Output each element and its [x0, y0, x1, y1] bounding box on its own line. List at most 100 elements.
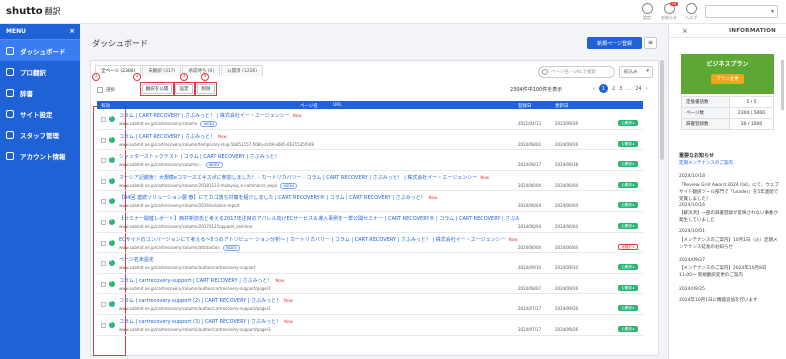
close-icon[interactable]: ×	[69, 27, 75, 35]
row-checkbox[interactable]	[101, 137, 106, 143]
sidebar-item-site-settings[interactable]: サイト設定	[0, 103, 80, 124]
tab-untranslated[interactable]: 未翻訳 (317)	[142, 65, 182, 76]
page-title-link[interactable]: シャッターストックテスト | コラム | CART RECOVERY | さぶみ…	[119, 153, 519, 160]
page-url[interactable]: www.submit.ne.jp/cartrecovery/column INDE…	[119, 121, 218, 127]
page-title-link[interactable]: 【セミナー開催レポート】西井新前氏と考える2017年注目のアパレル向けECサービ…	[119, 215, 519, 222]
table-row[interactable]: 【セミナー開催レポート】西井新前氏と考える2017年注目のアパレル向けECサービ…	[97, 212, 643, 233]
row-checkbox[interactable]	[101, 322, 106, 328]
page-url[interactable]: www.submit.ne.jp/cartrecovery/column/aut…	[119, 286, 271, 291]
table-row[interactable]: ECサイトのコンバージョンにて考える～5つのアトリビュー ション分析～ | カー…	[97, 233, 643, 254]
row-checkbox[interactable]	[101, 302, 106, 308]
page-url[interactable]: www.submit.ne.jp/cartrecovery/column/...…	[119, 162, 223, 169]
status-badge[interactable]: 公開済 ▸	[618, 325, 638, 332]
notice-link[interactable]: 定期メンテナンスのご案内	[679, 160, 779, 167]
main-scrollbar[interactable]	[660, 60, 664, 160]
row-checkbox[interactable]	[101, 240, 106, 246]
settings-icon[interactable]: 設定	[636, 3, 658, 21]
enabled-check-icon[interactable]	[109, 321, 115, 328]
page-url[interactable]: www.submit.ne.jp/cartrecovery/column/tem…	[119, 142, 314, 147]
row-checkbox[interactable]	[101, 158, 106, 164]
pager-page-1[interactable]: 1	[599, 84, 608, 93]
status-badge[interactable]: 公開済 ▸	[618, 222, 638, 229]
sidebar-item-dictionary[interactable]: 辞書	[0, 82, 80, 103]
sidebar-item-dashboard[interactable]: ダッシュボード	[0, 40, 80, 61]
page-title-link[interactable]: ECサイトのコンバージョンにて考える～5つのアトリビュー ション分析～ | カー…	[119, 236, 519, 243]
page-title-link[interactable]: コラム | CART RECOVERY | さぶみっと！ | 株式会社イー・エー…	[119, 112, 519, 119]
page-title-link[interactable]: コラム | CART RECOVERY | さぶみっと！ Now	[119, 133, 519, 140]
select-all[interactable]: 選択	[97, 87, 115, 93]
change-plan-button[interactable]: プラン変更	[711, 74, 744, 84]
pager-next[interactable]: ›	[646, 86, 648, 92]
row-checkbox[interactable]	[101, 261, 106, 267]
table-row[interactable]: コラム | CART RECOVERY | さぶみっと！Now www.submi…	[97, 130, 643, 151]
status-badge[interactable]: 公開済 ▸	[618, 181, 638, 188]
page-url[interactable]: www.submit.ne.jp/cartrecovery/column/att…	[119, 244, 240, 251]
enabled-check-icon[interactable]	[109, 197, 115, 205]
enabled-check-icon[interactable]	[109, 177, 115, 184]
page-title-link[interactable]: ページ名未設定	[119, 256, 519, 263]
page-url[interactable]: www.submit.ne.jp/cartrecovery/column/201…	[119, 203, 240, 208]
sidebar-item-pro-translate[interactable]: プロ翻訳	[0, 61, 80, 82]
col-registered[interactable]: 登録日	[518, 103, 532, 109]
pager-page-3[interactable]: 3	[619, 86, 622, 92]
status-badge[interactable]: 公開済 ▸	[618, 264, 638, 271]
panel-scrollbar[interactable]	[781, 60, 784, 110]
status-badge[interactable]: 公開済 ▸	[618, 284, 638, 291]
table-row[interactable]: ページ名未設定 www.submit.ne.jp/cartrecovery/col…	[97, 253, 643, 274]
page-title-link[interactable]: コラム | cartrecovery-support (2) | CART RE…	[119, 297, 519, 304]
status-badge[interactable]: 公開済 ▸	[618, 120, 638, 126]
status-badge[interactable]: 公開済 ▸	[618, 202, 638, 209]
pager-page-last[interactable]: 24	[635, 86, 641, 92]
page-title-link[interactable]: 【84回 連続ソリューション展 春】にてカゴ落ち対策を紹介しました | CART…	[119, 194, 519, 201]
page-url[interactable]: www.submit.ne.jp/cartrecovery/column/aut…	[119, 265, 255, 270]
enabled-check-icon[interactable]	[109, 239, 115, 246]
enabled-check-icon[interactable]	[109, 115, 115, 122]
row-checkbox[interactable]	[101, 281, 106, 287]
table-row[interactable]: マーシア記越後！大規模eコマースエキスポに参加しました！ - カートリカバリー …	[97, 171, 643, 192]
sidebar-item-account[interactable]: アカウント情報	[0, 145, 80, 166]
col-page-name[interactable]: ページ名	[300, 103, 318, 109]
enabled-check-icon[interactable]	[109, 280, 115, 287]
table-row[interactable]: コラム | cartrecovery-support (3) | CART RE…	[97, 315, 643, 336]
search-input[interactable]: ページ名・URLで検索	[538, 66, 615, 78]
page-url[interactable]: www.submit.ne.jp/cartrecovery/column/aut…	[119, 327, 271, 332]
col-url[interactable]: URL	[333, 103, 342, 108]
col-status[interactable]: 有効	[101, 103, 110, 109]
page-title-link[interactable]: マーシア記越後！大規模eコマースエキスポに参加しました！ - カートリカバリー …	[119, 174, 519, 181]
page-title-link[interactable]: コラム | cartrecovery-support | CART RECOVE…	[119, 277, 519, 284]
row-checkbox[interactable]	[101, 178, 106, 184]
tab-published[interactable]: 公開済 (1226)	[221, 65, 264, 76]
table-row[interactable]: シャッターストックテスト | コラム | CART RECOVERY | さぶみ…	[97, 150, 643, 171]
page-url[interactable]: www.submit.ne.jp/cartrecovery/column/aut…	[119, 306, 271, 311]
select-all-checkbox[interactable]	[97, 87, 103, 93]
status-badge[interactable]: 未翻訳 ▸	[618, 243, 638, 250]
pager-prev[interactable]: ‹	[593, 86, 595, 92]
col-updated[interactable]: 更新日	[555, 103, 569, 109]
row-checkbox[interactable]	[101, 117, 106, 122]
enabled-check-icon[interactable]	[109, 259, 115, 267]
help-icon[interactable]: ヘルプ	[680, 3, 702, 21]
table-row[interactable]: コラム | cartrecovery-support | CART RECOVE…	[97, 274, 643, 295]
news-icon[interactable]: 99 お知らせ	[658, 2, 680, 21]
logo[interactable]: shutto 翻訳	[6, 6, 61, 17]
row-checkbox[interactable]	[101, 199, 106, 205]
pager-page-2[interactable]: 2	[612, 86, 615, 92]
status-badge[interactable]: 公開済 ▸	[618, 305, 638, 312]
table-row[interactable]: 【84回 連続ソリューション展 春】にてカゴ落ち対策を紹介しました | CART…	[97, 191, 643, 212]
status-badge[interactable]: 公開済 ▸	[618, 140, 638, 147]
enabled-check-icon[interactable]	[109, 156, 115, 164]
new-page-button[interactable]: 新規ページ登録	[587, 37, 642, 49]
table-row[interactable]: コラム | cartrecovery-support (2) | CART RE…	[97, 294, 643, 315]
page-title-link[interactable]: コラム | cartrecovery-support (3) | CART RE…	[119, 318, 519, 325]
enabled-check-icon[interactable]	[109, 136, 115, 143]
user-select[interactable]	[705, 5, 778, 18]
page-url[interactable]: www.submit.ne.jp/cartrecovery/column/201…	[119, 224, 252, 229]
page-url[interactable]: www.submit.ne.jp/cartrecovery/column/201…	[119, 182, 298, 189]
enabled-check-icon[interactable]	[109, 300, 115, 308]
enabled-check-icon[interactable]	[109, 218, 115, 225]
sidebar-item-staff[interactable]: スタッフ管理	[0, 124, 80, 145]
close-icon[interactable]: ×	[682, 27, 688, 35]
table-row[interactable]: コラム | CART RECOVERY | さぶみっと！ | 株式会社イー・エー…	[97, 109, 643, 130]
menu-button[interactable]: ≡	[644, 37, 657, 49]
status-badge[interactable]: 公開済 ▸	[618, 161, 638, 168]
